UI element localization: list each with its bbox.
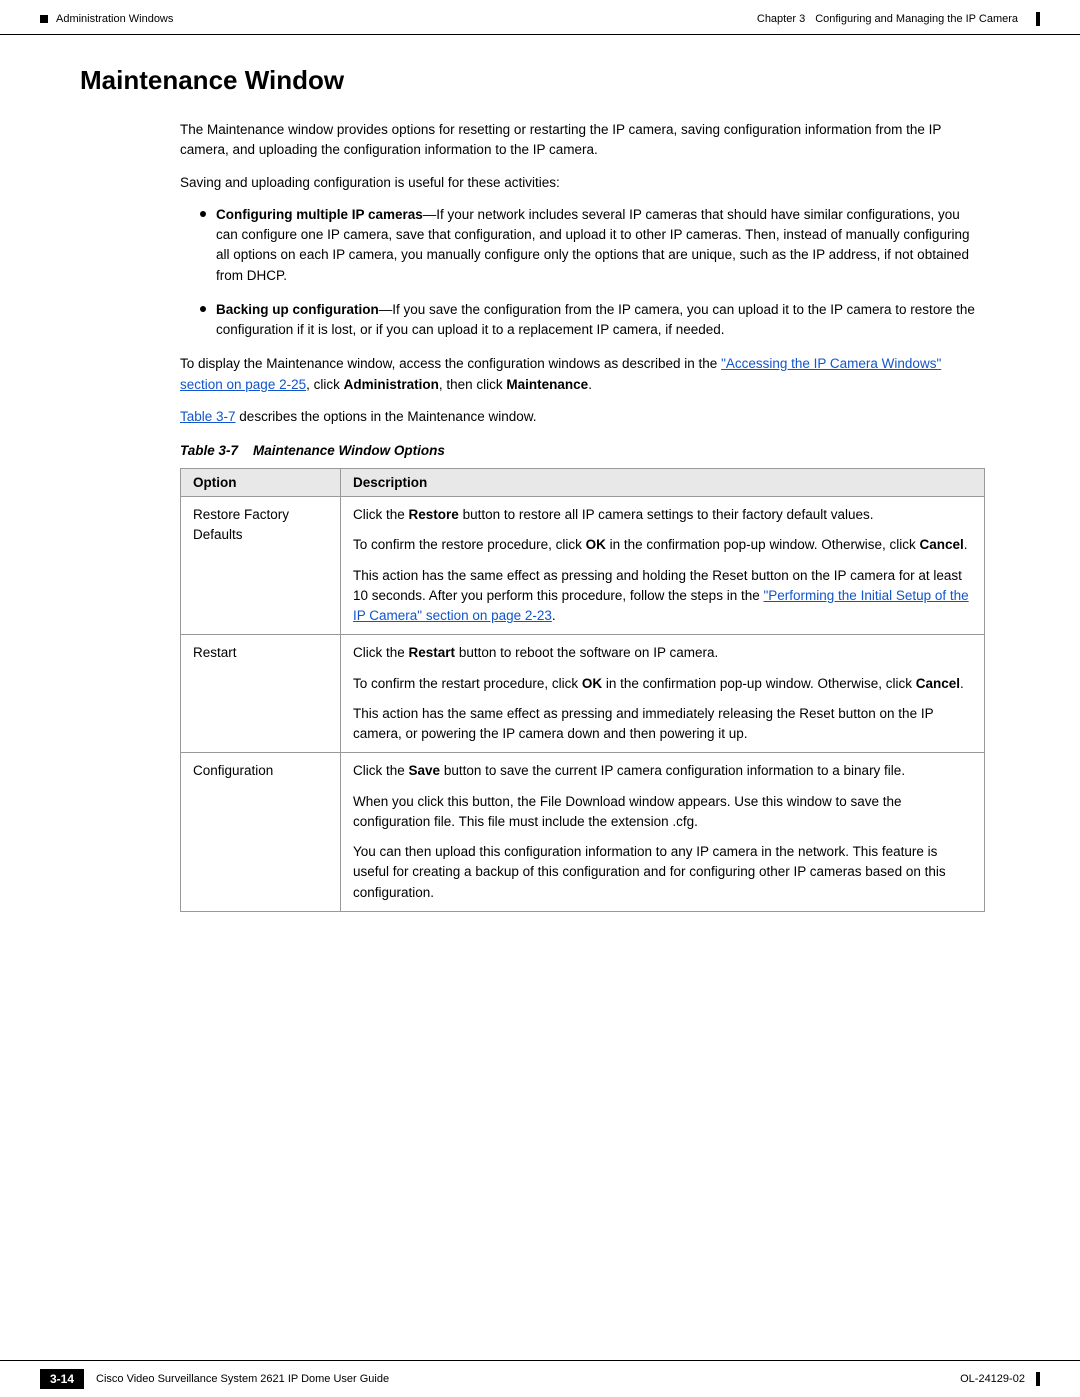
intro-paragraph-2: Saving and uploading configuration is us… (180, 173, 985, 193)
desc-para: This action has the same effect as press… (353, 704, 972, 745)
option-restore-factory: Restore Factory Defaults (181, 497, 341, 635)
header-left: Administration Windows (40, 13, 173, 25)
option-configuration: Configuration (181, 753, 341, 912)
bullet-list: Configuring multiple IP cameras—If your … (200, 205, 985, 341)
desc-para: Click the Restart button to reboot the s… (353, 643, 972, 663)
table-caption-label: Table 3-7 Maintenance Window Options (180, 443, 445, 458)
intro-paragraph-1: The Maintenance window provides options … (180, 120, 985, 161)
desc-para: To confirm the restore procedure, click … (353, 535, 972, 555)
bullet-text-1: Configuring multiple IP cameras—If your … (216, 205, 985, 286)
desc-para: You can then upload this configuration i… (353, 842, 972, 903)
table-header-row: Option Description (181, 469, 985, 497)
desc-para: This action has the same effect as press… (353, 566, 972, 627)
table-row: Configuration Click the Save button to s… (181, 753, 985, 912)
table-row: Restart Click the Restart button to rebo… (181, 635, 985, 753)
footer-doc-number: OL-24129-02 (960, 1373, 1025, 1385)
footer-center-text: Cisco Video Surveillance System 2621 IP … (96, 1373, 389, 1385)
page-number: 3-14 (40, 1369, 84, 1389)
page-header: Administration Windows Chapter 3 Configu… (0, 0, 1080, 35)
desc-para: When you click this button, the File Dow… (353, 792, 972, 833)
options-table-container: Option Description Restore Factory Defau… (180, 468, 985, 912)
header-right: Chapter 3 Configuring and Managing the I… (757, 12, 1040, 26)
reference-paragraph: To display the Maintenance window, acces… (180, 354, 985, 395)
option-restart: Restart (181, 635, 341, 753)
page-footer: 3-14 Cisco Video Surveillance System 262… (0, 1360, 1080, 1397)
footer-left: 3-14 Cisco Video Surveillance System 262… (40, 1369, 389, 1389)
bullet-dot-icon (200, 211, 206, 217)
footer-bar-icon (1036, 1372, 1040, 1386)
desc-para: Click the Save button to save the curren… (353, 761, 972, 781)
table-ref-link[interactable]: Table 3-7 (180, 409, 236, 424)
col-header-description: Description (341, 469, 985, 497)
bullet-dot-icon-2 (200, 306, 206, 312)
setup-link[interactable]: "Performing the Initial Setup of the IP … (353, 588, 969, 623)
bullet-item-2: Backing up configuration—If you save the… (200, 300, 985, 341)
footer-right: OL-24129-02 (960, 1372, 1040, 1386)
options-table: Option Description Restore Factory Defau… (180, 468, 985, 912)
table-row: Restore Factory Defaults Click the Resto… (181, 497, 985, 635)
desc-restart: Click the Restart button to reboot the s… (341, 635, 985, 753)
header-marker-icon (40, 15, 48, 23)
page-title: Maintenance Window (80, 65, 1025, 96)
bullet-item-1: Configuring multiple IP cameras—If your … (200, 205, 985, 286)
table-reference: Table 3-7 describes the options in the M… (180, 407, 985, 427)
page-container: Administration Windows Chapter 3 Configu… (0, 0, 1080, 1397)
desc-restore-factory: Click the Restore button to restore all … (341, 497, 985, 635)
header-left-label: Administration Windows (56, 13, 173, 25)
desc-para: Click the Restore button to restore all … (353, 505, 972, 525)
col-header-option: Option (181, 469, 341, 497)
main-content: Maintenance Window The Maintenance windo… (0, 35, 1080, 952)
header-bar-icon (1036, 12, 1040, 26)
header-chapter: Chapter 3 (757, 13, 805, 25)
desc-para: To confirm the restart procedure, click … (353, 674, 972, 694)
bullet-text-2: Backing up configuration—If you save the… (216, 300, 985, 341)
header-chapter-title: Configuring and Managing the IP Camera (815, 13, 1018, 25)
table-caption: Table 3-7 Maintenance Window Options (180, 443, 985, 458)
desc-configuration: Click the Save button to save the curren… (341, 753, 985, 912)
